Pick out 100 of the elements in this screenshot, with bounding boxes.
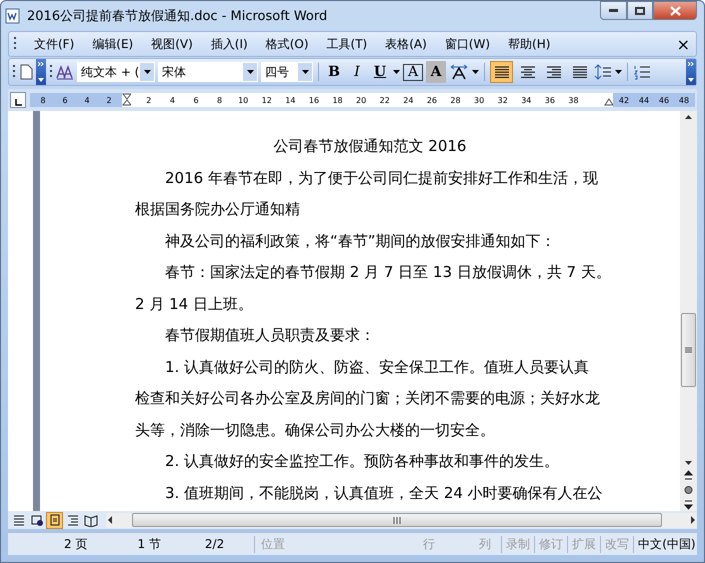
ruler-number: 34 [520, 96, 532, 104]
dropdown-arrow-icon [472, 70, 479, 74]
tab-selector-button[interactable] [10, 92, 26, 108]
bold-button[interactable]: B [324, 61, 344, 83]
browse-object-icon[interactable] [684, 483, 693, 497]
status-text: 1 节 [136, 536, 162, 552]
ruler-number: 14 [284, 96, 296, 104]
underline-button[interactable]: U [370, 61, 390, 83]
status-text: 位置 [254, 536, 292, 552]
chevron-icon [38, 62, 44, 66]
window-title: 2016公司提前春节放假通知.doc - Microsoft Word [27, 8, 328, 25]
status-text: 扩展 [567, 536, 600, 552]
menu-item[interactable]: 文件(F) [25, 34, 84, 54]
dropdown-arrow-icon [615, 70, 622, 74]
menu-item[interactable]: 编辑(E) [83, 34, 142, 54]
document-text: 1. 认真做好公司的防火、防盗、安全保卫工作。值班人员要认真 [164, 356, 590, 378]
justify-align-icon [492, 65, 510, 79]
ruler-number: 6 [192, 96, 200, 104]
new-document-icon[interactable] [19, 64, 33, 80]
ruler-number: 8 [216, 96, 224, 104]
document-text: 3. 值班期间，不能脱岗，认真值班，全天 24 小时要确保有人在公 [164, 482, 604, 504]
print-view-button[interactable] [46, 512, 63, 528]
ruler-number: 12 [260, 96, 273, 104]
ruler-number: 10 [237, 96, 250, 104]
document-text: 根据国务院办公厅通知精 [135, 199, 301, 220]
ruler-number: 22 [378, 96, 391, 104]
scrollbar-thumb[interactable] [681, 313, 696, 387]
horizontal-scrollbar-thumb[interactable] [132, 513, 662, 527]
close-button[interactable] [653, 1, 697, 20]
style-dropdown[interactable]: 纯文本 + (i [77, 62, 155, 82]
menu-item[interactable]: 帮助(H) [499, 34, 560, 54]
ruler-number: 48 [678, 96, 690, 104]
ruler-number: 30 [473, 96, 486, 104]
document-text: 头等，消除一切隐患。确保公司办公大楼的一切安全。 [135, 420, 496, 440]
grip-icon [12, 64, 16, 80]
document-text: 春节假期值班人员职责及要求： [164, 325, 376, 346]
document-text: 2016 年春节在即，为了便于公司同仁提前安排好工作和生活，现 [164, 168, 599, 188]
outline-view-icon [66, 513, 80, 527]
document-title: 公司春节放假通知范文 2016 [272, 136, 468, 157]
grip-icon [13, 36, 17, 52]
menu-item[interactable]: 窗口(W) [436, 34, 500, 54]
close-document-button[interactable]: × [676, 34, 690, 54]
close-icon [670, 6, 680, 16]
ruler-number: 46 [658, 96, 670, 104]
ruler-number: 44 [638, 96, 650, 104]
ruler-number: 2 [145, 96, 152, 104]
ruler-number: 32 [496, 96, 509, 104]
ruler-number: 28 [449, 96, 462, 104]
dropdown-arrow-icon [393, 70, 400, 74]
numbering-icon[interactable] [633, 64, 651, 80]
document-text: 2 月 14 日上班。 [135, 294, 254, 314]
status-text: 行 [422, 536, 436, 552]
menu-item[interactable]: 表格(A) [376, 34, 436, 54]
ruler-number: 18 [331, 96, 344, 104]
ruler-number: 24 [402, 96, 414, 104]
ruler-number: 20 [355, 96, 368, 104]
status-text: 录制 [501, 536, 534, 552]
dropdown-arrow-icon [38, 78, 44, 82]
justify-align-button[interactable] [490, 61, 513, 83]
minimize-icon [609, 9, 618, 12]
maximize-button[interactable] [627, 1, 653, 20]
right-align-icon [544, 65, 562, 79]
scroll-left-icon[interactable] [106, 515, 114, 525]
ruler-number: 8 [39, 96, 47, 104]
minimize-button[interactable] [600, 1, 627, 20]
ruler-number: 2 [105, 96, 113, 104]
center-align-icon [518, 65, 536, 79]
document-text: 神及公司的福利政策，将“春节”期间的放假安排通知如下： [164, 230, 557, 252]
left-tab-icon [14, 99, 22, 107]
menu-item[interactable]: 工具(T) [318, 34, 376, 54]
menu-item[interactable]: 视图(V) [142, 34, 202, 54]
toolbar-options-button[interactable] [686, 59, 696, 85]
chevron-icon [688, 62, 694, 66]
font-size-dropdown[interactable]: 四号 [261, 62, 313, 82]
ruler-number: 16 [308, 96, 320, 104]
line-spacing-icon[interactable] [594, 64, 612, 80]
scroll-right-icon[interactable] [689, 515, 697, 525]
styles-icon[interactable] [56, 64, 74, 80]
character-scaling-icon[interactable] [449, 63, 469, 81]
document-icon [5, 8, 21, 24]
menu-item[interactable]: 插入(I) [202, 34, 257, 54]
toolbar-options-button[interactable] [36, 59, 46, 85]
ruler-number: 4 [83, 96, 91, 104]
dropdown-arrow-icon [688, 78, 694, 82]
italic-button[interactable]: I [347, 61, 367, 83]
status-text: 中文(中国) [633, 536, 700, 552]
maximize-icon [635, 6, 645, 14]
distributed-align-icon [570, 65, 588, 79]
web-view-icon [30, 513, 44, 527]
dropdown-arrow-icon [144, 70, 150, 74]
character-shading-button[interactable]: A [426, 61, 446, 83]
ruler-number: 26 [426, 96, 438, 104]
dropdown-arrow-icon [246, 70, 254, 74]
menu-item[interactable]: 格式(O) [256, 34, 318, 54]
status-text: 修订 [534, 536, 568, 552]
character-border-button[interactable]: A [403, 64, 423, 80]
dropdown-arrow-icon [302, 70, 308, 74]
font-dropdown[interactable]: 宋体 [158, 62, 258, 82]
document-text: 春节：国家法定的春节假期 2 月 7 日至 13 日放假调休，共 7 天。 [164, 262, 612, 283]
ruler-number: 38 [567, 96, 580, 104]
